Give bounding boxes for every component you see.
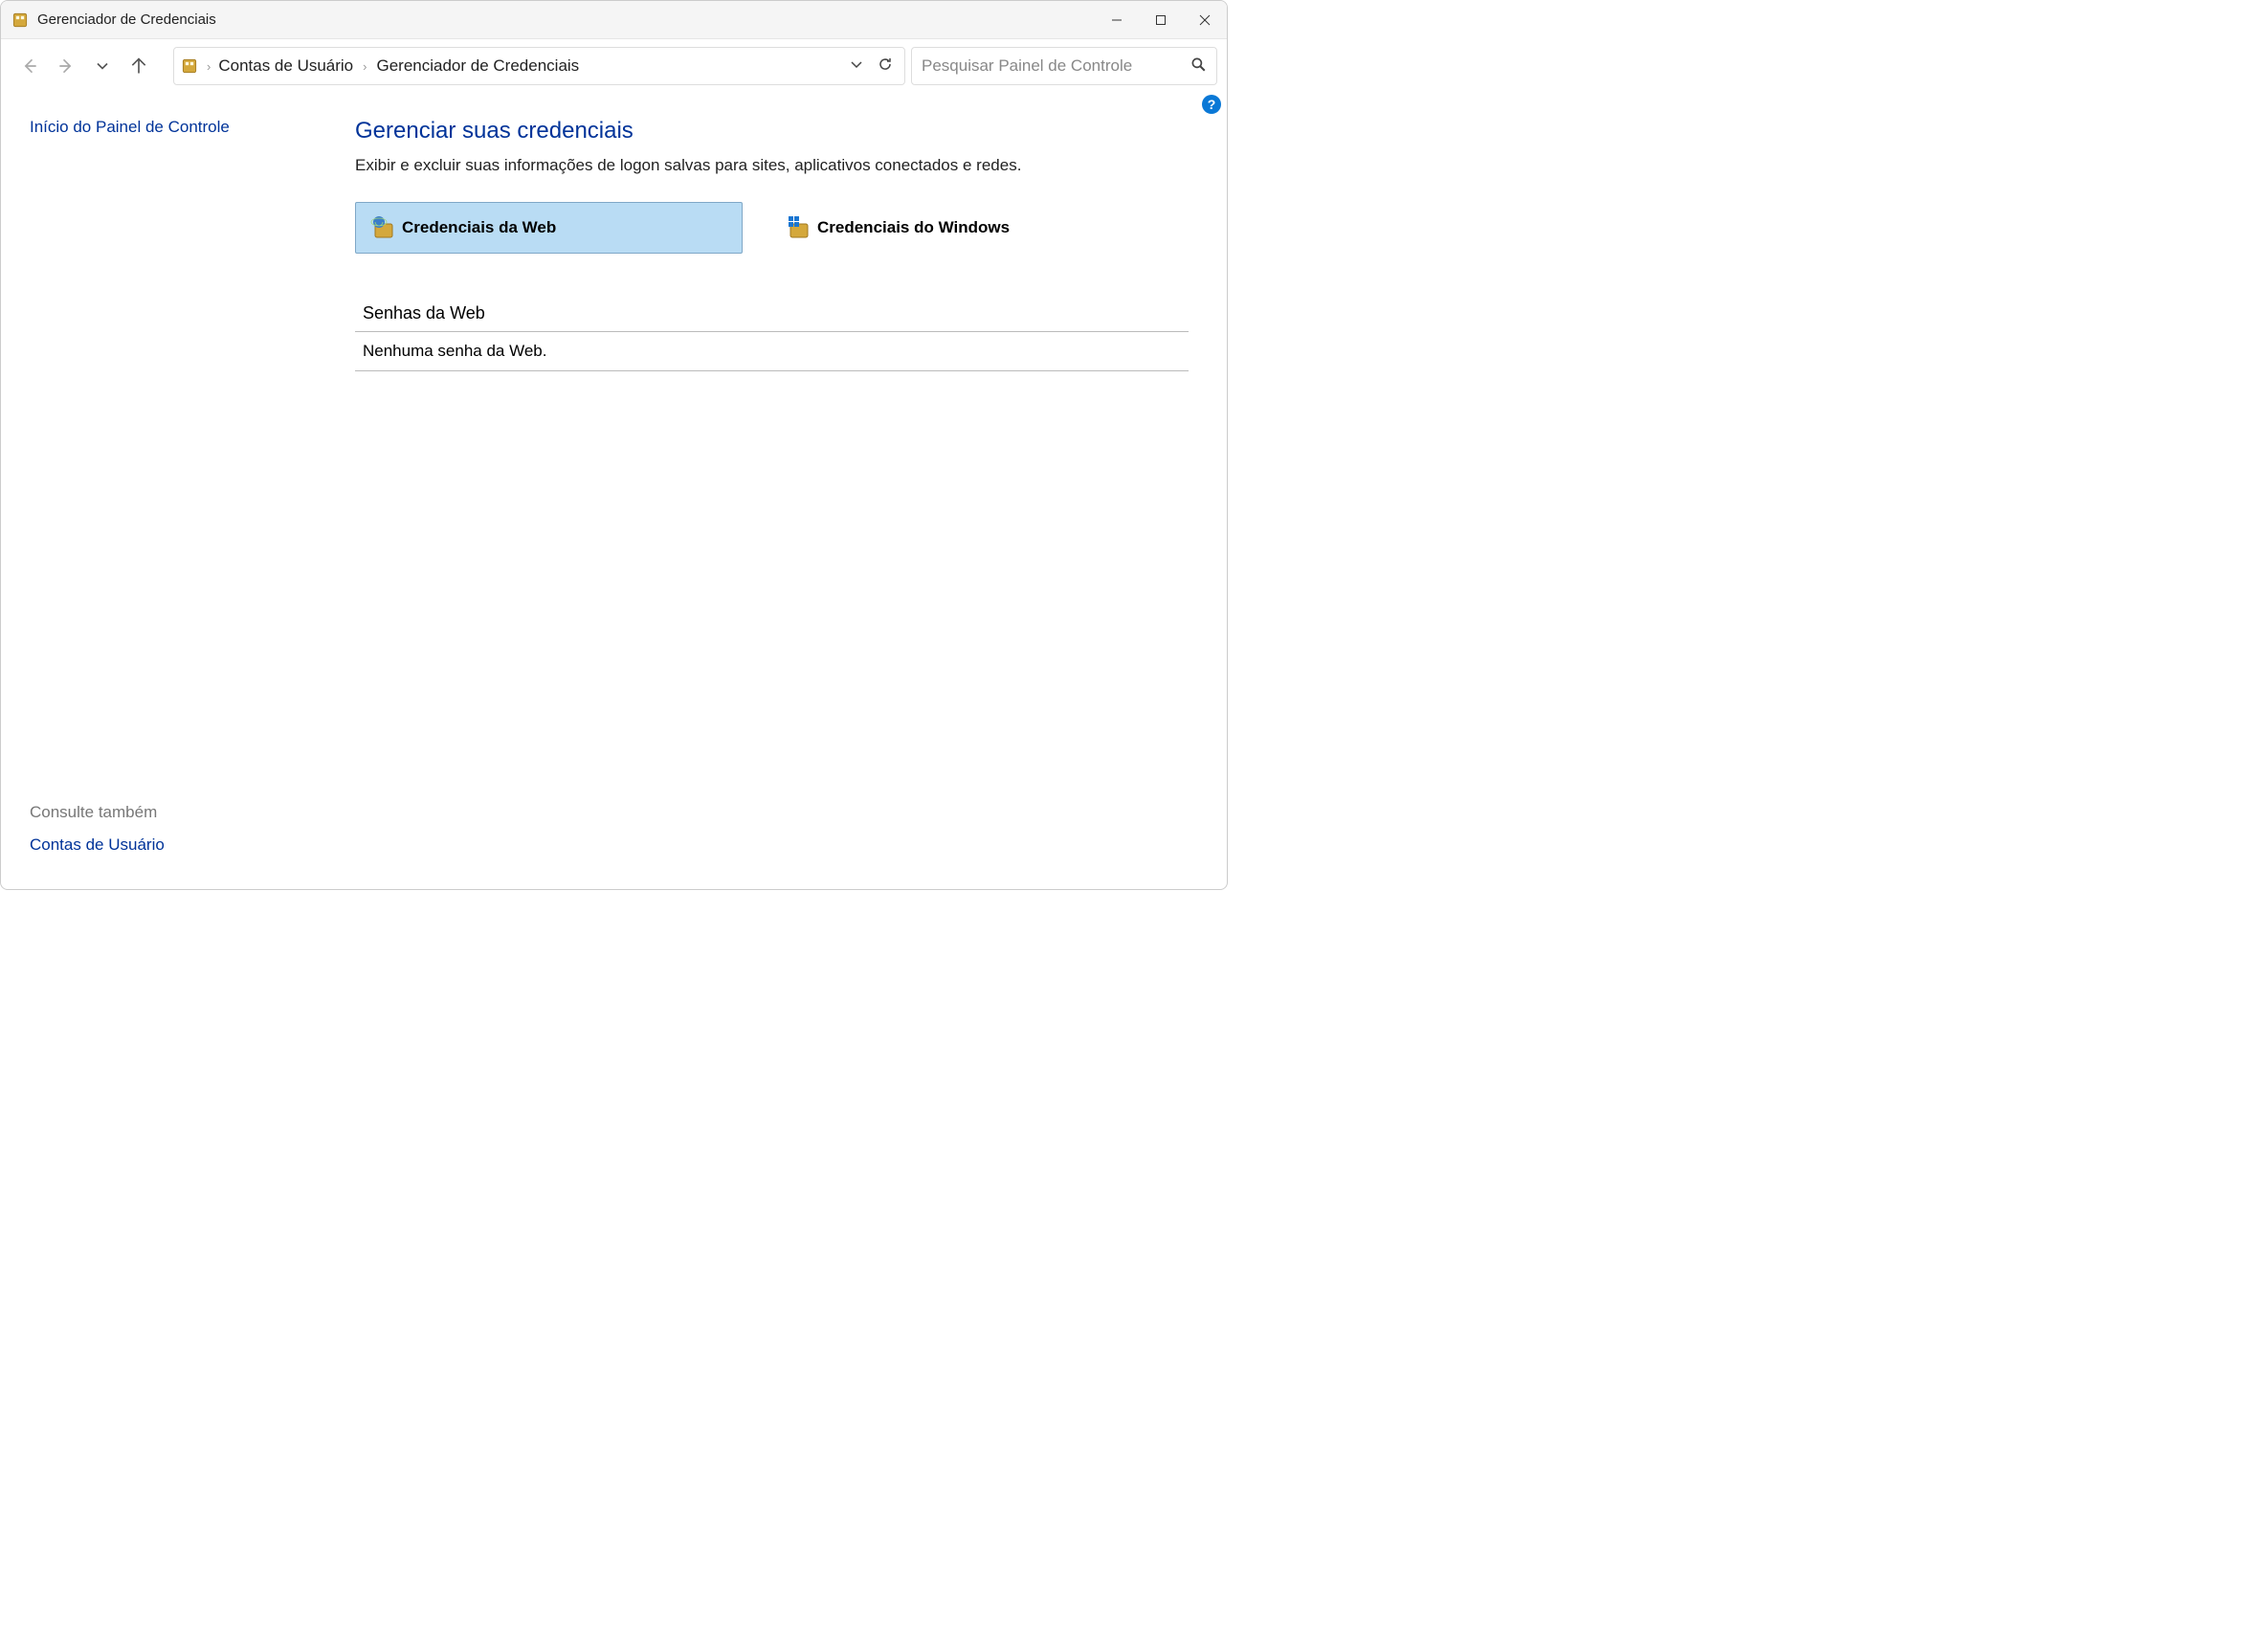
search-box[interactable] bbox=[911, 47, 1217, 85]
help-button[interactable]: ? bbox=[1202, 95, 1221, 114]
windows-vault-icon bbox=[785, 214, 812, 241]
help-icon-label: ? bbox=[1208, 97, 1216, 112]
web-passwords-section: Senhas da Web Nenhuma senha da Web. bbox=[355, 296, 1189, 371]
breadcrumb-separator: › bbox=[363, 59, 367, 74]
tab-windows-credentials[interactable]: Credenciais do Windows bbox=[771, 202, 1159, 254]
tab-web-credentials[interactable]: Credenciais da Web bbox=[355, 202, 743, 254]
window-controls bbox=[1095, 1, 1227, 39]
see-also-heading: Consulte também bbox=[30, 803, 317, 822]
tab-label: Credenciais do Windows bbox=[817, 218, 1010, 237]
sidebar-spacer bbox=[30, 146, 317, 803]
section-header: Senhas da Web bbox=[355, 296, 1189, 332]
globe-vault-icon bbox=[369, 214, 396, 241]
search-input[interactable] bbox=[922, 56, 1182, 76]
up-button[interactable] bbox=[129, 56, 148, 76]
recent-dropdown[interactable] bbox=[93, 56, 112, 76]
refresh-icon[interactable] bbox=[878, 56, 893, 77]
breadcrumb-item[interactable]: Contas de Usuário bbox=[218, 56, 353, 76]
titlebar: Gerenciador de Credenciais bbox=[1, 1, 1227, 39]
section-empty-text: Nenhuma senha da Web. bbox=[355, 332, 1189, 371]
address-right bbox=[849, 56, 899, 77]
address-icon bbox=[180, 56, 199, 76]
app-icon bbox=[11, 11, 30, 30]
search-icon[interactable] bbox=[1190, 56, 1207, 78]
toolbar: › Contas de Usuário › Gerenciador de Cre… bbox=[1, 39, 1227, 93]
minimize-button[interactable] bbox=[1095, 1, 1139, 39]
address-bar[interactable]: › Contas de Usuário › Gerenciador de Cre… bbox=[173, 47, 905, 85]
content: ? Início do Painel de Controle Consulte … bbox=[1, 93, 1227, 889]
window-title: Gerenciador de Credenciais bbox=[37, 11, 1095, 28]
maximize-button[interactable] bbox=[1139, 1, 1183, 39]
breadcrumb: Contas de Usuário › Gerenciador de Crede… bbox=[218, 56, 841, 76]
see-also-link[interactable]: Contas de Usuário bbox=[30, 835, 317, 855]
tab-label: Credenciais da Web bbox=[402, 218, 556, 237]
page-heading: Gerenciar suas credenciais bbox=[355, 118, 1189, 145]
page-description: Exibir e excluir suas informações de log… bbox=[355, 156, 1189, 175]
nav-buttons bbox=[11, 56, 158, 76]
sidebar: Início do Painel de Controle Consulte ta… bbox=[1, 93, 345, 889]
breadcrumb-item[interactable]: Gerenciador de Credenciais bbox=[377, 56, 580, 76]
forward-button[interactable] bbox=[56, 56, 76, 76]
main: Gerenciar suas credenciais Exibir e excl… bbox=[345, 93, 1227, 889]
breadcrumb-root-sep: › bbox=[207, 59, 211, 74]
tabs-row: Credenciais da Web Credenciais do Window… bbox=[355, 202, 1189, 254]
chevron-down-icon[interactable] bbox=[849, 56, 864, 77]
close-button[interactable] bbox=[1183, 1, 1227, 39]
window: Gerenciador de Credenciais bbox=[0, 0, 1228, 890]
back-button[interactable] bbox=[20, 56, 39, 76]
sidebar-home-link[interactable]: Início do Painel de Controle bbox=[30, 118, 317, 137]
